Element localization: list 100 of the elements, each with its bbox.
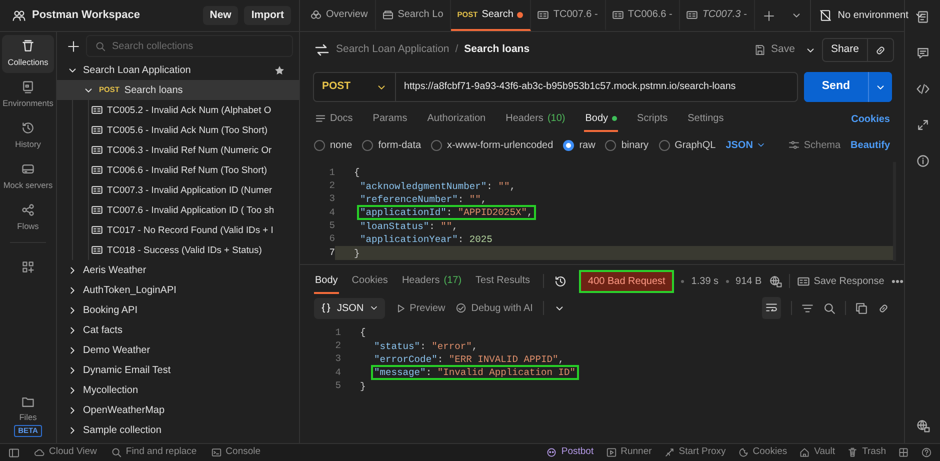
tree-item[interactable]: Demo Weather xyxy=(57,340,299,360)
info-icon[interactable] xyxy=(916,154,930,168)
tree-item[interactable]: TC005.2 - Invalid Ack Num (Alphabet O xyxy=(57,100,299,120)
preview-button[interactable]: Preview xyxy=(394,300,446,316)
line-number: 4 xyxy=(334,366,341,380)
body-type-option[interactable]: none xyxy=(314,138,352,152)
request-tab[interactable]: Body xyxy=(584,106,618,132)
radio-button[interactable] xyxy=(431,140,442,150)
tab[interactable]: TC007.3 - xyxy=(680,0,755,31)
status-bar-button[interactable]: Trash xyxy=(847,445,886,460)
globe-icon[interactable] xyxy=(768,274,782,288)
cookies-link[interactable]: Cookies xyxy=(851,112,890,126)
tree-item[interactable]: TC018 - Success (Valid IDs + Status) xyxy=(57,240,299,260)
status-bar-button[interactable]: Vault xyxy=(799,445,836,460)
import-button[interactable]: Import xyxy=(244,6,291,26)
grid-icon[interactable] xyxy=(898,447,909,458)
response-tab[interactable]: Body xyxy=(314,268,339,294)
tree-item[interactable]: Aeris Weather xyxy=(57,260,299,280)
tree-item[interactable]: Cat facts xyxy=(57,320,299,340)
breadcrumb-link[interactable]: Search Loan Application xyxy=(336,42,450,58)
body-type-option[interactable]: raw xyxy=(563,138,596,152)
notes-icon[interactable] xyxy=(916,10,930,24)
sidebar-nav-item[interactable]: Environments xyxy=(2,76,54,114)
response-tab[interactable]: Headers (17) xyxy=(400,268,463,294)
tree-item[interactable]: Mycollection xyxy=(57,380,299,400)
add-icon[interactable] xyxy=(67,40,80,52)
body-type-option[interactable]: form-data xyxy=(362,138,422,152)
body-type-option[interactable]: GraphQL xyxy=(658,138,716,152)
wrap-button[interactable] xyxy=(762,297,781,319)
tree-item[interactable]: TC007.3 - Invalid Application ID (Numer xyxy=(57,180,299,200)
tab[interactable]: Search Lo xyxy=(376,0,452,31)
search-icon[interactable] xyxy=(823,302,836,314)
format-dropdown[interactable]: JSON xyxy=(726,138,766,152)
status-bar-button[interactable]: Runner xyxy=(606,445,652,460)
cloud-icon xyxy=(34,447,45,458)
tree-item[interactable]: OpenWeatherMap xyxy=(57,400,299,420)
status-bar-button[interactable]: Console xyxy=(210,445,261,460)
tree-item[interactable]: TC005.6 - Invalid Ack Num (Too Short) xyxy=(57,120,299,140)
debug-button[interactable]: Debug with AI xyxy=(455,300,533,316)
link-icon[interactable] xyxy=(877,302,890,314)
sidebar-toggle-icon[interactable] xyxy=(8,446,20,458)
sidebar-nav-item[interactable]: Flows xyxy=(2,199,54,237)
request-tab[interactable]: Docs xyxy=(314,106,354,132)
tree-item[interactable]: Sample collection xyxy=(57,420,299,440)
status-bar-button[interactable]: Cookies xyxy=(738,445,788,460)
globe-icon[interactable] xyxy=(916,419,930,433)
radio-button[interactable] xyxy=(563,140,574,150)
new-button[interactable]: New xyxy=(202,6,238,26)
environment-dropdown[interactable]: No environment xyxy=(810,0,932,31)
response-tab[interactable]: Test Results xyxy=(474,268,532,294)
tree-item[interactable]: Dynamic Email Test xyxy=(57,360,299,380)
request-tab[interactable]: Params xyxy=(372,106,408,132)
example-icon xyxy=(91,184,103,196)
request-tab[interactable]: Scripts xyxy=(636,106,669,132)
schema-button[interactable]: Schema xyxy=(788,138,841,152)
sidebar-nav-item[interactable]: Mock servers xyxy=(2,158,54,196)
tab[interactable]: TC007.6 - xyxy=(531,0,606,31)
copy-icon[interactable] xyxy=(855,302,868,314)
tree-item[interactable]: Booking API xyxy=(57,300,299,320)
tab[interactable]: TC006.6 - xyxy=(606,0,680,31)
history-icon[interactable] xyxy=(554,274,568,288)
status-bar-button[interactable]: Find and replace xyxy=(110,445,197,460)
radio-button[interactable] xyxy=(362,140,374,150)
example-icon xyxy=(686,8,698,20)
line-number: 2 xyxy=(334,338,341,353)
status-bar-button[interactable]: Cloud View xyxy=(34,445,97,460)
request-tab[interactable]: Settings xyxy=(686,106,725,132)
tab[interactable]: Overview xyxy=(304,0,376,31)
star-icon[interactable] xyxy=(274,64,285,76)
radio-button[interactable] xyxy=(605,140,616,150)
comment-icon[interactable] xyxy=(916,46,930,60)
sidebar-nav-item[interactable]: Collections xyxy=(2,35,54,73)
example-icon xyxy=(91,224,103,236)
new-tab-icon[interactable] xyxy=(762,10,775,22)
filter-icon[interactable] xyxy=(801,302,814,314)
response-tab[interactable]: Cookies xyxy=(350,268,389,294)
expand-icon[interactable] xyxy=(916,118,930,132)
tree-item[interactable]: TC007.6 - Invalid Application ID ( Too sh xyxy=(57,200,299,220)
code-line: } xyxy=(353,246,361,261)
tree-item[interactable]: TC006.6 - Invalid Ref Num (Too Short) xyxy=(57,160,299,180)
tree-item[interactable]: TC017 - No Record Found (Valid IDs + I xyxy=(57,220,299,240)
body-type-option[interactable]: x-www-form-urlencoded xyxy=(431,138,554,152)
body-type-option[interactable]: binary xyxy=(605,138,649,152)
format-dropdown[interactable]: JSON xyxy=(314,298,385,318)
sidebar-nav-item[interactable]: History xyxy=(2,117,54,155)
status-bar-button[interactable]: Start Proxy xyxy=(664,445,726,460)
tree-item[interactable]: Search Loan Application xyxy=(57,60,299,80)
tree-item[interactable]: AuthToken_LoginAPI xyxy=(57,280,299,300)
save-response-button[interactable]: Save Response xyxy=(796,274,884,288)
save-button[interactable]: Save xyxy=(750,40,799,60)
example-icon xyxy=(91,164,103,176)
request-tab[interactable]: Authorization xyxy=(426,106,487,132)
code-icon[interactable] xyxy=(916,82,930,96)
radio-button[interactable] xyxy=(658,140,670,150)
beautify-link[interactable]: Beautify xyxy=(850,138,890,152)
status-bar-button[interactable]: Postbot xyxy=(546,445,594,460)
tree-item[interactable]: TC006.3 - Invalid Ref Num (Numeric Or xyxy=(57,140,299,160)
radio-button[interactable] xyxy=(314,140,325,150)
help-icon[interactable] xyxy=(921,447,932,458)
request-tab[interactable]: Headers (10) xyxy=(504,106,566,132)
